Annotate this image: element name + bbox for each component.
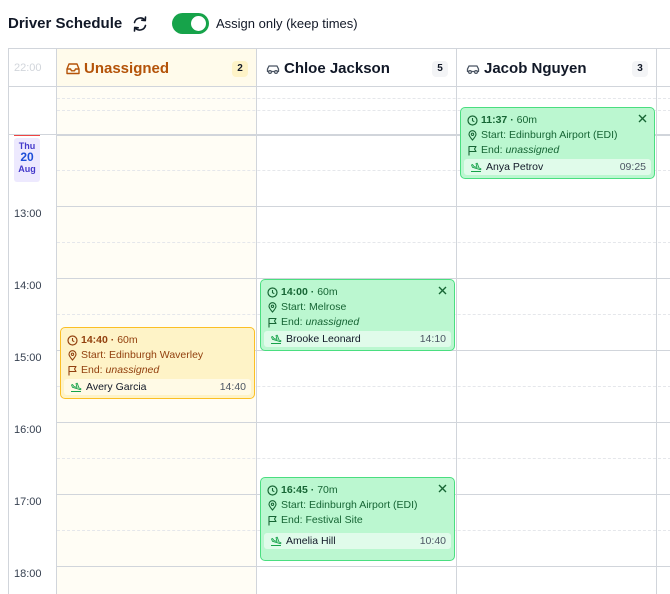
ride-card[interactable]: 11:37 · 60m Start: Edinburgh Airport (ED… (460, 107, 655, 179)
close-icon[interactable] (438, 286, 447, 295)
ride-time: 14:00 · 60m (267, 285, 448, 300)
clock-icon (267, 287, 278, 298)
column-header: Unassigned 2 (57, 49, 256, 87)
flag-icon (268, 515, 277, 526)
passenger-row: Avery Garcia 14:40 (64, 379, 251, 395)
passenger-row: Brooke Leonard 14:10 (264, 331, 451, 347)
hour-line (57, 422, 670, 423)
clock-icon (467, 115, 478, 126)
grid-line (57, 98, 670, 99)
map-pin-icon (268, 500, 277, 511)
plane-landing-icon (271, 334, 282, 344)
ride-start: Start: Edinburgh Airport (EDI) (467, 128, 648, 143)
hour-label: 17:00 (14, 496, 42, 508)
ride-card[interactable]: 14:00 · 60m Start: Melrose End: unassign… (260, 279, 455, 351)
ride-start: Start: Edinburgh Waverley (67, 348, 248, 363)
inbox-icon (66, 63, 80, 75)
day-date: 20 (20, 150, 34, 164)
hour-label: 14:00 (14, 280, 42, 292)
flag-icon (468, 145, 477, 156)
assign-only-toggle[interactable] (172, 13, 209, 34)
column-header: Chloe Jackson 5 (257, 49, 456, 87)
refresh-icon[interactable] (130, 14, 150, 34)
previous-hour-label: 22:00 (14, 62, 42, 74)
ride-end: End: unassigned (67, 363, 248, 378)
count-badge: 3 (632, 61, 648, 77)
close-icon[interactable] (638, 114, 647, 123)
passenger-name: Brooke Leonard (286, 333, 361, 345)
plane-landing-icon (71, 382, 82, 392)
day-badge: Thu 20 Aug (14, 138, 40, 182)
hour-line (57, 566, 670, 567)
flag-icon (68, 365, 77, 376)
passenger-name: Avery Garcia (86, 381, 147, 393)
ride-time: 16:45 · 70m (267, 483, 448, 498)
pickup-time: 14:10 (419, 333, 446, 345)
map-pin-icon (268, 302, 277, 313)
count-badge: 2 (232, 61, 248, 77)
time-column: 22:00 Thu 20 Aug 13:00 14:00 15:00 16:00… (9, 49, 57, 594)
column-next-driver[interactable] (657, 49, 670, 594)
close-icon[interactable] (438, 484, 447, 493)
plane-landing-icon (271, 536, 282, 546)
passenger-name: Anya Petrov (486, 161, 544, 173)
grid-line (57, 242, 670, 243)
hour-label: 18:00 (14, 568, 42, 580)
pickup-time: 10:40 (419, 535, 446, 547)
ride-end: End: Festival Site (267, 513, 448, 528)
column-title: Jacob Nguyen (484, 60, 587, 77)
ride-start: Start: Melrose (267, 300, 448, 315)
hour-label: 13:00 (14, 208, 42, 220)
time-header: 22:00 (9, 49, 57, 87)
ride-card[interactable]: 16:45 · 70m Start: Edinburgh Airport (ED… (260, 477, 455, 561)
grid-line (57, 458, 670, 459)
passenger-name: Amelia Hill (286, 535, 336, 547)
ride-time: 11:37 · 60m (467, 113, 648, 128)
ride-end: End: unassigned (467, 143, 648, 158)
count-badge: 5 (432, 61, 448, 77)
toolbar: Driver Schedule Assign only (keep times) (0, 0, 670, 46)
column-title: Chloe Jackson (284, 60, 390, 77)
flag-icon (268, 317, 277, 328)
toggle-label: Assign only (keep times) (216, 16, 358, 31)
passenger-row: Amelia Hill 10:40 (264, 533, 451, 549)
passenger-row: Anya Petrov 09:25 (464, 159, 651, 175)
hour-label: 16:00 (14, 424, 42, 436)
column-title: Unassigned (84, 60, 170, 77)
day-month: Aug (18, 164, 36, 174)
ride-end: End: unassigned (267, 315, 448, 330)
plane-landing-icon (471, 162, 482, 172)
clock-icon (67, 335, 78, 346)
pickup-time: 09:25 (619, 161, 646, 173)
hour-line (57, 206, 670, 207)
hour-label: 15:00 (14, 352, 42, 364)
car-icon (266, 65, 280, 75)
day-divider (9, 134, 57, 135)
ride-time: 14:40 · 60m (67, 333, 248, 348)
page-title: Driver Schedule (8, 15, 123, 32)
map-pin-icon (468, 130, 477, 141)
column-header: Jacob Nguyen 3 (457, 49, 656, 87)
column-header (657, 49, 670, 87)
map-pin-icon (68, 350, 77, 361)
ride-start: Start: Edinburgh Airport (EDI) (267, 498, 448, 513)
clock-icon (267, 485, 278, 496)
ride-card[interactable]: 14:40 · 60m Start: Edinburgh Waverley En… (60, 327, 255, 399)
toggle-knob (191, 16, 206, 31)
car-icon (466, 65, 480, 75)
column-unassigned[interactable]: Unassigned 2 (57, 49, 257, 594)
schedule-grid: 22:00 Thu 20 Aug 13:00 14:00 15:00 16:00… (8, 48, 670, 594)
pickup-time: 14:40 (219, 381, 246, 393)
